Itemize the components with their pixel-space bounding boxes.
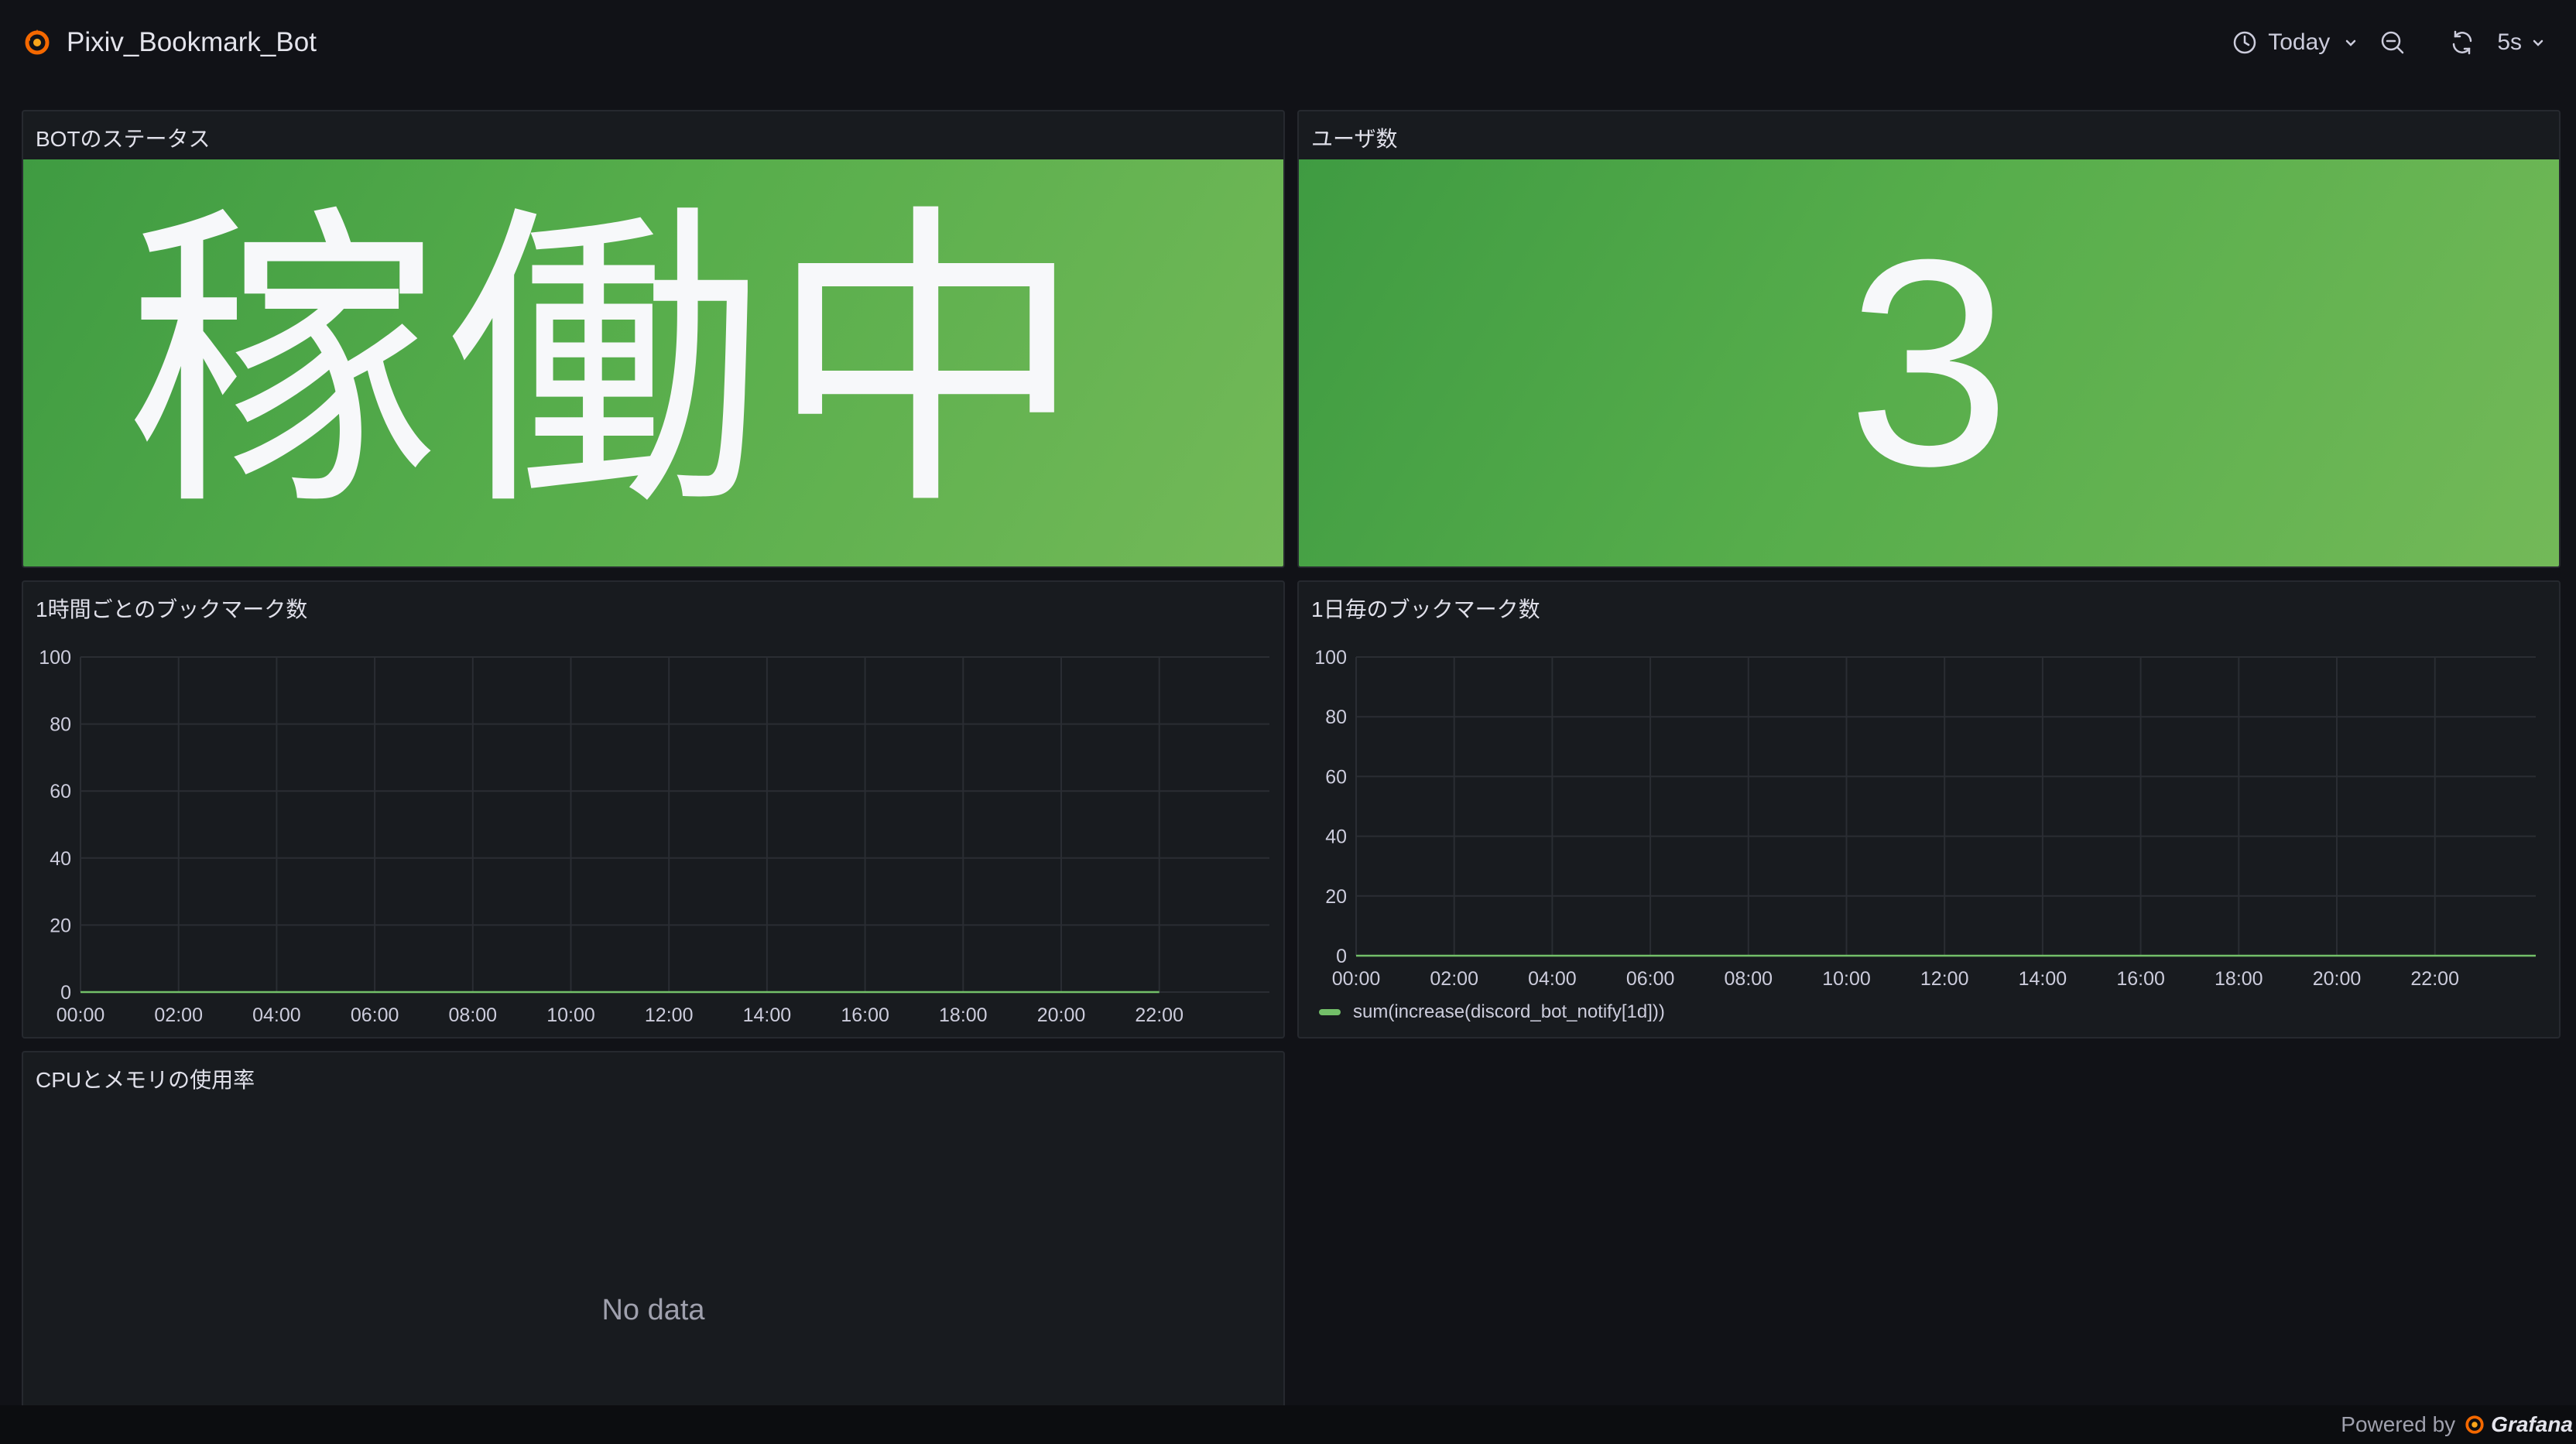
x-tick-label: 14:00 [743, 1004, 792, 1026]
x-tick-label: 18:00 [2215, 968, 2263, 990]
zoom-out-icon [2379, 29, 2406, 56]
chart-legend[interactable]: sum(increase(discord_bot_notify[1d])) [1319, 1001, 1665, 1023]
cpu-memory-panel[interactable]: CPUとメモリの使用率 No data [22, 1051, 1285, 1415]
y-tick-label: 20 [50, 915, 71, 936]
x-tick-label: 06:00 [351, 1004, 399, 1026]
footer: Powered by Grafana [0, 1405, 2576, 1444]
refresh-button[interactable] [2438, 23, 2486, 62]
panel-title[interactable]: ユーザ数 [1311, 122, 1397, 153]
dashboard-header: Pixiv_Bookmark_Bot Today 5s [0, 0, 2576, 85]
x-tick-label: 18:00 [939, 1004, 988, 1026]
daily-chart[interactable]: 0 20 40 60 80 100 00:00 02:00 04:00 06:00 08:00 10:… [1299, 582, 2559, 1037]
y-tick-label: 100 [39, 647, 71, 669]
stat-background: 稼働中 [23, 159, 1283, 566]
x-tick-label: 02:00 [154, 1004, 203, 1026]
chevron-down-icon [2531, 36, 2545, 50]
x-tick-label: 16:00 [841, 1004, 889, 1026]
refresh-interval-label: 5s [2497, 29, 2522, 55]
x-tick-label: 22:00 [2410, 968, 2459, 990]
y-tick-label: 60 [50, 781, 71, 802]
legend-label: sum(increase(discord_bot_notify[1d])) [1353, 1001, 1665, 1022]
stat-value: 3 [1847, 198, 2011, 527]
zoom-out-button[interactable] [2369, 23, 2417, 62]
grafana-brand-label[interactable]: Grafana [2491, 1412, 2573, 1437]
no-data-message: No data [601, 1293, 705, 1326]
x-tick-label: 10:00 [546, 1004, 595, 1026]
x-tick-label: 08:00 [1725, 968, 1773, 990]
x-tick-label: 04:00 [252, 1004, 301, 1026]
x-tick-label: 14:00 [2019, 968, 2067, 990]
y-tick-label: 80 [1325, 707, 1347, 728]
y-tick-label: 60 [1325, 766, 1347, 788]
refresh-interval-picker[interactable]: 5s [2486, 23, 2556, 62]
x-tick-label: 08:00 [449, 1004, 498, 1026]
y-tick-label: 40 [1325, 826, 1347, 848]
x-tick-label: 06:00 [1626, 968, 1675, 990]
x-tick-label: 20:00 [1037, 1004, 1086, 1026]
powered-by-label: Powered by [2341, 1412, 2456, 1436]
y-tick-label: 100 [1314, 647, 1347, 669]
x-tick-label: 22:00 [1135, 1004, 1184, 1026]
legend-swatch [1319, 1009, 1341, 1015]
bot-status-panel[interactable]: BOTのステータス 稼働中 [22, 110, 1285, 568]
stat-value: 稼働中 [124, 186, 1090, 540]
hourly-chart[interactable]: 0 20 40 60 80 100 00:00 02:00 04:00 06:00 08:00 10:… [23, 582, 1283, 1037]
x-tick-label: 02:00 [1430, 968, 1478, 990]
y-tick-label: 0 [60, 982, 71, 1004]
x-tick-label: 20:00 [2313, 968, 2362, 990]
time-range-label: Today [2268, 29, 2331, 55]
time-range-picker[interactable]: Today [2221, 23, 2369, 62]
y-tick-label: 80 [50, 714, 71, 736]
y-tick-label: 20 [1325, 886, 1347, 908]
grafana-logo-icon[interactable] [22, 27, 53, 58]
x-tick-label: 12:00 [645, 1004, 694, 1026]
dashboard-controls: Today 5s [2221, 23, 2556, 62]
daily-bookmarks-panel[interactable]: 1日毎のブックマーク数 0 20 40 60 80 100 00:00 02:00 04:00 0… [1297, 580, 2561, 1039]
x-tick-label: 16:00 [2116, 968, 2165, 990]
refresh-icon [2449, 29, 2475, 56]
x-tick-label: 04:00 [1528, 968, 1577, 990]
x-tick-label: 12:00 [1920, 968, 1969, 990]
user-count-panel[interactable]: ユーザ数 3 [1297, 110, 2561, 568]
grafana-footer-logo-icon[interactable] [2463, 1413, 2486, 1436]
x-tick-label: 00:00 [57, 1004, 105, 1026]
dashboard-title[interactable]: Pixiv_Bookmark_Bot [67, 27, 317, 58]
stat-background: 3 [1299, 159, 2559, 566]
x-tick-label: 10:00 [1822, 968, 1871, 990]
chevron-down-icon [2344, 36, 2358, 50]
x-tick-label: 00:00 [1332, 968, 1381, 990]
y-tick-label: 40 [50, 848, 71, 870]
clock-icon [2232, 30, 2257, 55]
hourly-bookmarks-panel[interactable]: 1時間ごとのブックマーク数 0 20 40 60 80 100 00:00 02:00 04:0… [22, 580, 1285, 1039]
panel-title[interactable]: BOTのステータス [36, 122, 211, 153]
y-tick-label: 0 [1336, 946, 1347, 967]
